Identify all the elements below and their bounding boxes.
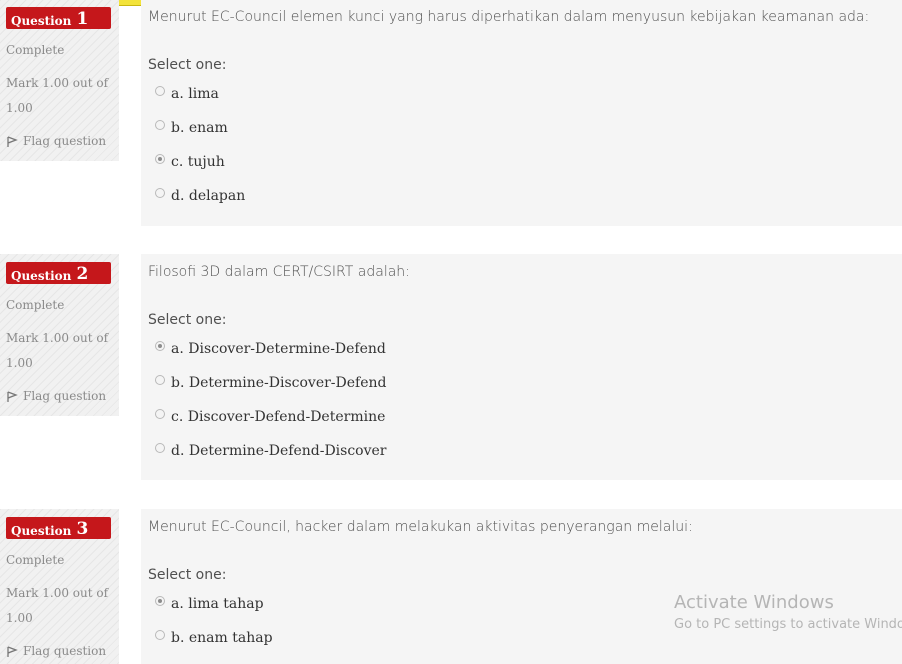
question-state: Complete — [6, 298, 65, 312]
flag-question-link[interactable]: Flag question — [6, 639, 114, 664]
question-content: Filosofi 3D dalam CERT/CSIRT adalah: Sel… — [141, 254, 902, 480]
radio-button[interactable] — [155, 188, 165, 198]
grade-line-1: Mark 1.00 out of — [6, 76, 109, 90]
answer-option-label: a. Discover-Determine-Defend — [171, 341, 386, 357]
radio-button-selected[interactable] — [155, 154, 165, 164]
question-content: Menurut EC-Council, hacker dalam melakuk… — [141, 509, 902, 664]
radio-button[interactable] — [155, 120, 165, 130]
question-text: Filosofi 3D dalam CERT/CSIRT adalah: — [148, 264, 410, 280]
answer-option-label: b. enam tahap — [171, 630, 273, 646]
select-one-prompt: Select one: — [148, 312, 227, 328]
answer-option-b[interactable]: b. enam — [155, 117, 228, 139]
radio-button-selected[interactable] — [155, 341, 165, 351]
question-text: Menurut EC-Council, hacker dalam melakuk… — [148, 519, 693, 535]
answer-option-label: a. lima tahap — [171, 596, 264, 612]
select-one-prompt: Select one: — [148, 567, 227, 583]
question-number: 3 — [76, 519, 89, 539]
question-number-badge: Question 1 — [6, 7, 111, 29]
answer-option-label: a. lima — [171, 86, 219, 102]
question-number-badge: Question 3 — [6, 517, 111, 539]
radio-button[interactable] — [155, 409, 165, 419]
grade-line-2: 1.00 — [6, 356, 33, 370]
flag-question-link[interactable]: Flag question — [6, 129, 114, 154]
answer-option-b[interactable]: b. enam tahap — [155, 627, 273, 649]
answer-option-c[interactable]: c. Discover-Defend-Determine — [155, 406, 385, 428]
question-info: Question 2 Complete Mark 1.00 out of 1.0… — [0, 254, 119, 416]
answer-option-d[interactable]: d. delapan — [155, 185, 245, 207]
answer-option-label: c. tujuh — [171, 154, 225, 170]
question-info: Question 3 Complete Mark 1.00 out of 1.0… — [0, 509, 119, 664]
question-grade: Mark 1.00 out of 1.00 — [6, 581, 114, 631]
grade-line-1: Mark 1.00 out of — [6, 586, 109, 600]
grade-line-1: Mark 1.00 out of — [6, 331, 109, 345]
answer-option-label: c. Discover-Defend-Determine — [171, 409, 386, 425]
answer-option-c[interactable]: c. tujuh — [155, 151, 225, 173]
question-label: Question — [11, 524, 72, 538]
question-content: Menurut EC-Council elemen kunci yang har… — [141, 0, 902, 226]
radio-button-selected[interactable] — [155, 596, 165, 606]
question-number: 2 — [76, 264, 89, 284]
answer-option-a[interactable]: a. lima tahap — [155, 593, 264, 615]
answer-option-b[interactable]: b. Determine-Discover-Defend — [155, 372, 387, 394]
answer-option-a[interactable]: a. Discover-Determine-Defend — [155, 338, 386, 360]
radio-button[interactable] — [155, 443, 165, 453]
answer-option-a[interactable]: a. lima — [155, 83, 219, 105]
answer-option-label: d. delapan — [171, 188, 246, 204]
watermark-title: Activate Windows — [674, 592, 834, 613]
activate-windows-watermark: Activate Windows Go to PC settings to ac… — [674, 592, 902, 635]
flag-icon — [7, 135, 18, 147]
question-label: Question — [11, 14, 72, 28]
question-info: Question 1 Complete Mark 1.00 out of 1.0… — [0, 0, 119, 161]
answer-option-label: d. Determine-Defend-Discover — [171, 443, 387, 459]
flag-question-label: Flag question — [23, 644, 107, 658]
flag-icon — [7, 645, 18, 657]
question-grade: Mark 1.00 out of 1.00 — [6, 326, 114, 376]
question-state: Complete — [6, 553, 65, 567]
select-one-prompt: Select one: — [148, 57, 227, 73]
question-label: Question — [11, 269, 72, 283]
answer-option-label: b. Determine-Discover-Defend — [171, 375, 387, 391]
question-number: 1 — [76, 9, 89, 29]
question-grade: Mark 1.00 out of 1.00 — [6, 71, 114, 121]
radio-button[interactable] — [155, 86, 165, 96]
flag-question-link[interactable]: Flag question — [6, 384, 114, 409]
question-text: Menurut EC-Council elemen kunci yang har… — [148, 9, 870, 25]
grade-line-2: 1.00 — [6, 101, 33, 115]
answer-option-d[interactable]: d. Determine-Defend-Discover — [155, 440, 387, 462]
radio-button[interactable] — [155, 630, 165, 640]
question-state: Complete — [6, 43, 65, 57]
answer-option-label: b. enam — [171, 120, 228, 136]
radio-button[interactable] — [155, 375, 165, 385]
flag-question-label: Flag question — [23, 389, 107, 403]
grade-line-2: 1.00 — [6, 611, 33, 625]
flag-icon — [7, 390, 18, 402]
flag-question-label: Flag question — [23, 134, 107, 148]
question-number-badge: Question 2 — [6, 262, 111, 284]
watermark-subtitle: Go to PC settings to activate Windows. — [674, 617, 902, 632]
